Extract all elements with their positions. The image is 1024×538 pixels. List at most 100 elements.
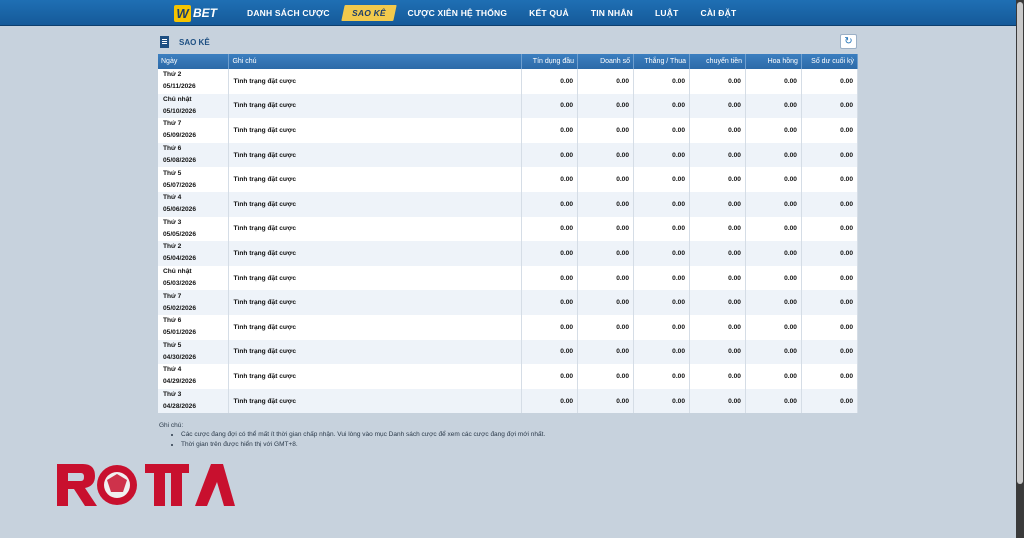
cell-value: 0.00 — [633, 241, 691, 266]
cell-note[interactable]: Tình trạng đặt cược — [228, 118, 523, 143]
cell-value: 0.00 — [521, 216, 579, 242]
cell-date-value: 05/06/2026 — [163, 206, 197, 214]
table-row: Thứ 5 04/30/2026 Tình trạng đặt cược 0.00 0.… — [158, 339, 859, 365]
nav-item-4[interactable]: TIN NHẮN — [580, 5, 644, 21]
cell-weekday: Thứ 3 — [163, 218, 182, 226]
nav-item-label: DANH SÁCH CƯỢC — [247, 8, 330, 18]
cell-value: 0.00 — [633, 93, 691, 119]
cell-value: 0.00 — [689, 241, 746, 266]
cell-value: 0.00 — [577, 265, 635, 291]
cell-value: 0.00 — [689, 290, 746, 315]
cell-value: 0.00 — [689, 69, 746, 94]
cell-note[interactable]: Tình trạng đặt cược — [228, 216, 523, 242]
nav-item-0[interactable]: DANH SÁCH CƯỢC — [236, 5, 341, 21]
cell-value: 0.00 — [689, 191, 746, 217]
cell-value: 0.00 — [577, 290, 635, 315]
cell-value: 0.00 — [801, 265, 859, 291]
cell-value: 0.00 — [577, 167, 635, 192]
refresh-icon: ↻ — [844, 36, 853, 47]
cell-note[interactable]: Tình trạng đặt cược — [228, 69, 523, 94]
table-header-row: Ngày Ghi chú Tín dụng đầu Doanh số Thắng… — [158, 54, 859, 69]
nav-item-2[interactable]: CƯỢC XIÊN HỆ THỐNG — [397, 5, 519, 21]
nav-item-label: TIN NHẮN — [590, 8, 634, 18]
cell-note[interactable]: Tình trạng đặt cược — [228, 142, 523, 168]
table-row: Thứ 4 05/06/2026 Tình trạng đặt cược 0.00 0.… — [158, 191, 859, 217]
nav-item-label: KẾT QUẢ — [529, 8, 569, 18]
cell-date: Thứ 5 04/30/2026 — [158, 339, 230, 365]
col-header-note: Ghi chú — [228, 54, 523, 69]
cell-value: 0.00 — [633, 118, 691, 143]
cell-weekday: Thứ 6 — [163, 317, 182, 325]
cell-date-value: 05/09/2026 — [163, 132, 197, 140]
cell-value: 0.00 — [577, 388, 635, 414]
cell-weekday: Thứ 4 — [163, 194, 182, 202]
nav-item-1[interactable]: SAO KÊ — [341, 5, 397, 21]
cell-date-value: 04/29/2026 — [163, 378, 197, 386]
cell-note[interactable]: Tình trạng đặt cược — [228, 339, 523, 365]
cell-value: 0.00 — [745, 93, 802, 119]
table-row: Thứ 2 05/11/2026 Tình trạng đặt cược 0.00 0.… — [158, 69, 859, 94]
nav-item-6[interactable]: CÀI ĐẶT — [690, 5, 748, 21]
refresh-button[interactable]: ↻ — [840, 34, 857, 49]
nav-item-label: CÀI ĐẶT — [700, 8, 737, 18]
col-header-date: Ngày — [158, 54, 230, 69]
cell-date-value: 05/05/2026 — [163, 230, 197, 238]
cell-value: 0.00 — [577, 339, 635, 365]
cell-note[interactable]: Tình trạng đặt cược — [228, 191, 523, 217]
statement-panel: SAO KÊ ↻ Ngày Ghi chú Tín dụng đầu Doanh… — [158, 30, 859, 420]
statement-table: Ngày Ghi chú Tín dụng đầu Doanh số Thắng… — [158, 54, 859, 414]
panel-header: SAO KÊ ↻ — [158, 30, 858, 54]
cell-weekday: Chủ nhật — [163, 95, 192, 103]
cell-weekday: Thứ 6 — [163, 145, 182, 153]
cell-weekday: Thứ 5 — [163, 341, 182, 349]
cell-note[interactable]: Tình trạng đặt cược — [228, 388, 523, 414]
cell-date: Thứ 3 04/28/2026 — [158, 388, 230, 414]
cell-value: 0.00 — [801, 167, 859, 192]
cell-date: Thứ 2 05/11/2026 — [158, 69, 230, 94]
cell-value: 0.00 — [745, 69, 802, 94]
nav-item-label: CƯỢC XIÊN HỆ THỐNG — [407, 8, 508, 18]
cell-value: 0.00 — [633, 339, 691, 365]
cell-value: 0.00 — [745, 290, 802, 315]
cell-value: 0.00 — [521, 241, 579, 266]
wbet-logo[interactable]: W BET — [174, 4, 217, 22]
cell-note[interactable]: Tình trạng đặt cược — [228, 364, 523, 389]
col-header-win-loss: Thắng / Thua — [633, 54, 691, 69]
cell-date-value: 05/01/2026 — [163, 329, 197, 337]
cell-value: 0.00 — [689, 216, 746, 242]
cell-value: 0.00 — [801, 142, 859, 168]
table-row: Thứ 3 05/05/2026 Tình trạng đặt cược 0.00 0.… — [158, 216, 859, 242]
col-header-opening-credit: Tín dụng đầu — [521, 54, 579, 69]
cell-value: 0.00 — [689, 388, 746, 414]
nav-item-3[interactable]: KẾT QUẢ — [518, 5, 580, 21]
col-header-transfer: chuyển tiền — [689, 54, 746, 69]
cell-weekday: Thứ 7 — [163, 292, 182, 300]
cell-weekday: Thứ 4 — [163, 366, 182, 374]
cell-value: 0.00 — [801, 93, 859, 119]
cell-note[interactable]: Tình trạng đặt cược — [228, 265, 523, 291]
cell-value: 0.00 — [577, 118, 635, 143]
scrollbar-thumb[interactable] — [1017, 2, 1023, 484]
cell-value: 0.00 — [521, 118, 579, 143]
cell-note[interactable]: Tình trạng đặt cược — [228, 290, 523, 315]
cell-note[interactable]: Tình trạng đặt cược — [228, 93, 523, 119]
cell-value: 0.00 — [633, 216, 691, 242]
cell-value: 0.00 — [577, 142, 635, 168]
nav-item-5[interactable]: LUẬT — [644, 5, 689, 21]
cell-date: Thứ 4 05/06/2026 — [158, 191, 230, 217]
cell-value: 0.00 — [689, 167, 746, 192]
cell-note[interactable]: Tình trạng đặt cược — [228, 167, 523, 192]
scrollbar[interactable] — [1016, 0, 1024, 538]
cell-value: 0.00 — [577, 241, 635, 266]
cell-value: 0.00 — [633, 364, 691, 389]
cell-date-value: 05/03/2026 — [163, 280, 197, 288]
cell-value: 0.00 — [801, 314, 859, 340]
table-body: Thứ 2 05/11/2026 Tình trạng đặt cược 0.00 0.… — [158, 69, 859, 414]
nav-item-label: LUẬT — [655, 8, 679, 18]
cell-note[interactable]: Tình trạng đặt cược — [228, 241, 523, 266]
cell-date-value: 05/04/2026 — [163, 255, 197, 263]
cell-date: Thứ 7 05/09/2026 — [158, 118, 230, 143]
cell-value: 0.00 — [633, 314, 691, 340]
cell-value: 0.00 — [577, 191, 635, 217]
cell-note[interactable]: Tình trạng đặt cược — [228, 314, 523, 340]
